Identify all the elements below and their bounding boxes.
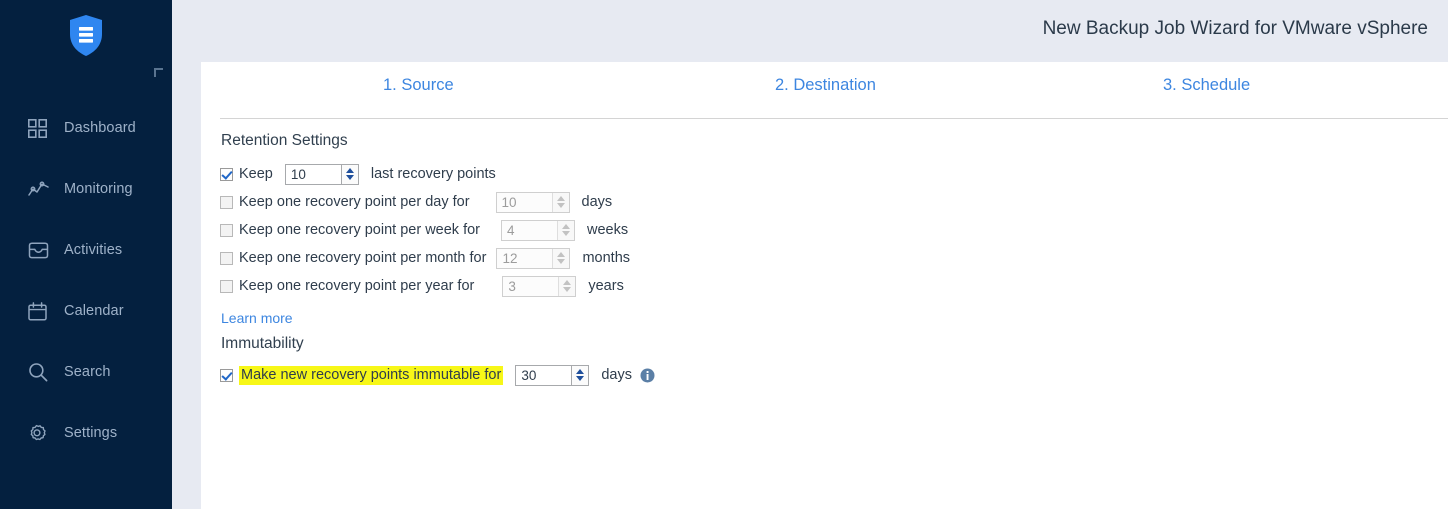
yearly-label: Keep one recovery point per year for bbox=[239, 278, 475, 294]
spinner-down-icon[interactable] bbox=[563, 287, 572, 292]
sidebar: Dashboard Monitoring Activities Calendar… bbox=[0, 0, 172, 509]
sidebar-item-label: Monitoring bbox=[64, 181, 133, 197]
monthly-checkbox[interactable] bbox=[220, 251, 233, 265]
sidebar-item-label: Calendar bbox=[64, 303, 124, 319]
weekly-label: Keep one recovery point per week for bbox=[239, 222, 480, 238]
keep-count-spinner-buttons[interactable] bbox=[340, 164, 358, 184]
yearly-count-stepper[interactable] bbox=[502, 275, 577, 297]
inbox-icon bbox=[28, 241, 62, 259]
corner-mark-decoration bbox=[154, 68, 163, 77]
grid-icon bbox=[28, 118, 62, 138]
tabs-divider bbox=[220, 118, 1448, 119]
weekly-count-stepper[interactable] bbox=[501, 219, 575, 241]
immutability-label: Make new recovery points immutable for bbox=[239, 365, 504, 385]
immutability-spinner-buttons[interactable] bbox=[571, 365, 589, 385]
retention-weekly-row: Keep one recovery point per week for wee… bbox=[220, 217, 1430, 243]
daily-unit-label: days bbox=[581, 194, 613, 210]
weekly-unit-label: weeks bbox=[587, 222, 629, 238]
keep-label: Keep bbox=[239, 166, 273, 182]
weekly-count-input[interactable] bbox=[502, 220, 557, 240]
daily-count-stepper[interactable] bbox=[495, 191, 570, 213]
sidebar-item-label: Dashboard bbox=[64, 120, 136, 136]
weekly-checkbox[interactable] bbox=[220, 223, 233, 237]
spinner-down-icon[interactable] bbox=[557, 259, 566, 264]
monthly-count-stepper[interactable] bbox=[496, 247, 571, 269]
spinner-down-icon[interactable] bbox=[562, 231, 570, 236]
yearly-count-input[interactable] bbox=[503, 276, 559, 296]
sidebar-item-label: Activities bbox=[64, 242, 123, 258]
gear-icon bbox=[28, 423, 62, 443]
spinner-up-icon[interactable] bbox=[563, 280, 572, 285]
tab-source[interactable]: 1. Source bbox=[383, 76, 454, 95]
spinner-down-icon[interactable] bbox=[576, 376, 585, 381]
yearly-unit-label: years bbox=[588, 278, 624, 294]
sidebar-item-monitoring[interactable]: Monitoring bbox=[0, 172, 172, 206]
keep-checkbox[interactable] bbox=[220, 167, 233, 181]
calendar-icon bbox=[28, 301, 62, 321]
daily-count-input[interactable] bbox=[496, 192, 552, 212]
spinner-up-icon[interactable] bbox=[556, 196, 565, 201]
keep-count-stepper[interactable] bbox=[284, 163, 359, 185]
daily-label: Keep one recovery point per day for bbox=[239, 194, 470, 210]
retention-settings-heading: Retention Settings bbox=[221, 132, 348, 149]
spinner-up-icon[interactable] bbox=[345, 168, 354, 173]
sidebar-item-label: Search bbox=[64, 364, 111, 380]
immutability-days-stepper[interactable] bbox=[515, 364, 590, 386]
immutability-unit-label: days bbox=[601, 367, 632, 383]
daily-checkbox[interactable] bbox=[220, 195, 233, 209]
immutability-checkbox[interactable] bbox=[220, 368, 233, 382]
immutability-heading: Immutability bbox=[221, 335, 304, 352]
spinner-down-icon[interactable] bbox=[556, 203, 565, 208]
daily-spinner-buttons[interactable] bbox=[551, 192, 569, 212]
monthly-count-input[interactable] bbox=[497, 248, 553, 268]
activity-chart-icon bbox=[28, 181, 62, 198]
monthly-label: Keep one recovery point per month for bbox=[239, 250, 487, 266]
spinner-up-icon[interactable] bbox=[576, 369, 585, 374]
wizard-tabs: 1. Source 2. Destination 3. Schedule bbox=[201, 76, 1448, 120]
retention-daily-row: Keep one recovery point per day for days bbox=[220, 189, 1430, 215]
yearly-checkbox[interactable] bbox=[220, 279, 233, 293]
sidebar-item-settings[interactable]: Settings bbox=[0, 416, 172, 450]
immutability-row: Make new recovery points immutable for d… bbox=[220, 362, 1430, 388]
spinner-up-icon[interactable] bbox=[557, 252, 566, 257]
sidebar-item-dashboard[interactable]: Dashboard bbox=[0, 111, 172, 145]
monthly-spinner-buttons[interactable] bbox=[552, 248, 570, 268]
tab-destination[interactable]: 2. Destination bbox=[775, 76, 876, 95]
sidebar-item-search[interactable]: Search bbox=[0, 355, 172, 389]
weekly-spinner-buttons[interactable] bbox=[557, 220, 574, 240]
tab-schedule[interactable]: 3. Schedule bbox=[1163, 76, 1250, 95]
wizard-panel: 1. Source 2. Destination 3. Schedule Ret… bbox=[201, 62, 1448, 509]
retention-form: Retention Settings Keep last recovery po… bbox=[220, 132, 1430, 390]
info-icon[interactable] bbox=[640, 368, 655, 383]
retention-monthly-row: Keep one recovery point per month for mo… bbox=[220, 245, 1430, 271]
sidebar-item-activities[interactable]: Activities bbox=[0, 233, 172, 267]
spinner-down-icon[interactable] bbox=[345, 175, 354, 180]
immutability-days-input[interactable] bbox=[516, 365, 572, 385]
sidebar-item-label: Settings bbox=[64, 425, 118, 441]
yearly-spinner-buttons[interactable] bbox=[558, 276, 576, 296]
spinner-up-icon[interactable] bbox=[562, 224, 570, 229]
learn-more-link[interactable]: Learn more bbox=[221, 310, 293, 326]
keep-unit-label: last recovery points bbox=[370, 166, 496, 182]
retention-keep-row: Keep last recovery points bbox=[220, 161, 1430, 187]
search-icon bbox=[28, 362, 62, 382]
retention-yearly-row: Keep one recovery point per year for yea… bbox=[220, 273, 1430, 299]
sidebar-item-calendar[interactable]: Calendar bbox=[0, 294, 172, 328]
keep-count-input[interactable] bbox=[285, 164, 341, 184]
monthly-unit-label: months bbox=[582, 250, 631, 266]
page-title: New Backup Job Wizard for VMware vSphere bbox=[1042, 18, 1428, 39]
